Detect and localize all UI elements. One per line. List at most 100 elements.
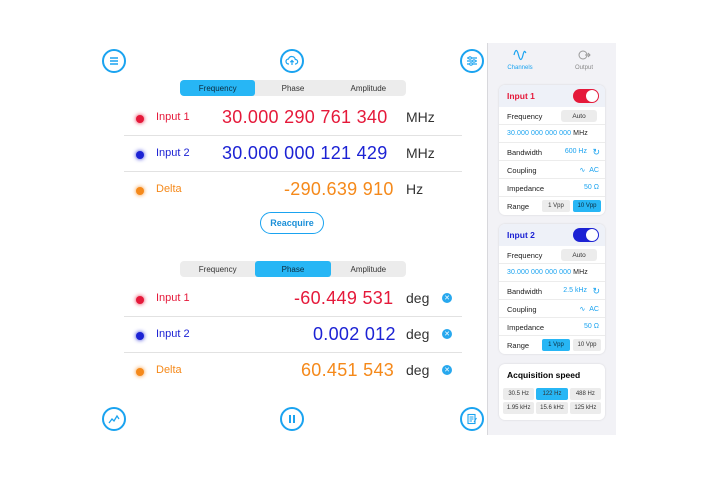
card-header: Acquisition speed	[499, 364, 605, 384]
notes-button[interactable]	[460, 407, 484, 431]
input2-dot	[136, 332, 144, 340]
row-label: Input 2	[156, 328, 190, 340]
impedance-value: 50 Ω	[584, 323, 599, 330]
card-header: Input 2	[499, 224, 605, 246]
tab-frequency[interactable]: Frequency	[180, 261, 255, 277]
impedance-row[interactable]: Impedance 50 Ω	[499, 318, 605, 336]
impedance-value: 50 Ω	[584, 184, 599, 191]
coupling-row[interactable]: Coupling ∿ AC	[499, 161, 605, 179]
range-1vpp[interactable]: 1 Vpp	[542, 339, 570, 351]
frequency-value-row[interactable]: 30.000 000 000 000 MHz	[499, 264, 605, 282]
speed-option[interactable]: 1.95 kHz	[503, 402, 535, 414]
freq-value: -290.639 910	[284, 179, 394, 199]
app-window: Frequency Phase Amplitude Input 1 30.000…	[0, 0, 720, 504]
range-selector: 1 Vpp 10 Vpp	[542, 339, 601, 351]
speed-option[interactable]: 30.5 Hz	[503, 388, 535, 400]
input2-dot	[136, 151, 144, 159]
acquisition-card: Acquisition speed 30.5 Hz 122 Hz 488 Hz …	[499, 364, 605, 420]
speed-option[interactable]: 122 Hz	[536, 388, 568, 400]
freq-row-delta: Delta -290.639 910 Hz	[124, 172, 462, 208]
card-header: Input 1	[499, 85, 605, 107]
settings-button[interactable]	[460, 49, 484, 73]
frequency-label: Frequency	[507, 251, 543, 260]
freq-value: 30.000 000 121 429	[222, 143, 388, 163]
frequency-auto-button[interactable]: Auto	[561, 110, 597, 122]
coupling-value: ∿ AC	[579, 306, 600, 313]
range-row: Range 1 Vpp 10 Vpp	[499, 197, 605, 215]
coupling-label: Coupling	[507, 166, 537, 175]
tab-phase[interactable]: Phase	[255, 80, 330, 96]
upload-button[interactable]	[280, 49, 304, 73]
acquisition-options: 30.5 Hz 122 Hz 488 Hz 1.95 kHz 15.6 kHz …	[499, 384, 605, 420]
bandwidth-row[interactable]: Bandwidth 600 Hz ↻	[499, 143, 605, 161]
input1-dot	[136, 296, 144, 304]
row-label: Delta	[156, 364, 182, 376]
range-label: Range	[507, 202, 530, 211]
bandwidth-label: Bandwidth	[507, 287, 543, 296]
freq-unit: Hz	[406, 181, 424, 197]
freq-row-input1: Input 1 30.000 290 761 340 MHz	[124, 100, 462, 136]
phase-value: 60.451 543	[301, 360, 395, 380]
frequency-row: Frequency Auto	[499, 107, 605, 125]
tab-label: Channels	[507, 65, 533, 71]
tab-amplitude[interactable]: Amplitude	[331, 80, 406, 96]
frequency-value: 30.000 000 000 000 MHz	[507, 269, 588, 276]
phase-row-delta: Delta 60.451 543 deg ✕	[124, 353, 462, 389]
sliders-icon	[467, 56, 477, 66]
clear-icon[interactable]: ✕	[442, 329, 452, 339]
speed-option[interactable]: 125 kHz	[569, 402, 601, 414]
refresh-icon[interactable]: ↻	[592, 286, 600, 297]
notes-icon	[467, 413, 477, 425]
wave-icon	[513, 49, 527, 61]
reacquire-button[interactable]: Reacquire	[260, 212, 324, 234]
freq-value: 30.000 290 761 340	[222, 107, 388, 127]
tab-channels[interactable]: Channels	[488, 47, 552, 77]
speed-option[interactable]: 15.6 kHz	[536, 402, 568, 414]
coupling-row[interactable]: Coupling ∿ AC	[499, 300, 605, 318]
bandwidth-value: 600 Hz	[564, 148, 587, 155]
clear-icon[interactable]: ✕	[442, 293, 452, 303]
phase-value: 0.002 012	[313, 324, 396, 344]
delta-dot	[136, 368, 144, 376]
card-title: Input 2	[507, 230, 535, 240]
chart-button[interactable]	[102, 407, 126, 431]
range-row: Range 1 Vpp 10 Vpp	[499, 336, 605, 354]
range-1vpp[interactable]: 1 Vpp	[542, 200, 570, 212]
bandwidth-row[interactable]: Bandwidth 2.5 kHz ↻	[499, 282, 605, 300]
refresh-icon[interactable]: ↻	[592, 147, 600, 158]
tab-frequency[interactable]: Frequency	[180, 80, 256, 96]
phase-row-input1: Input 1 -60.449 531 deg ✕	[124, 281, 462, 317]
phase-unit: deg	[406, 326, 430, 342]
menu-icon	[110, 57, 118, 65]
freq-unit: MHz	[406, 145, 435, 161]
phase-unit: deg	[406, 362, 430, 378]
pause-icon	[289, 415, 295, 423]
frequency-value-row[interactable]: 30.000 000 000 000 MHz	[499, 125, 605, 143]
chart-icon	[108, 414, 120, 424]
input1-card: Input 1 Frequency Auto 30.000 000 000 00…	[499, 85, 605, 215]
tab-amplitude[interactable]: Amplitude	[331, 261, 406, 277]
pause-button[interactable]	[280, 407, 304, 431]
bandwidth-label: Bandwidth	[507, 148, 543, 157]
input1-toggle[interactable]	[573, 89, 599, 103]
measure-tabs-top: Frequency Phase Amplitude	[180, 80, 406, 96]
input2-toggle[interactable]	[573, 228, 599, 242]
range-label: Range	[507, 341, 530, 350]
speed-option[interactable]: 488 Hz	[569, 388, 601, 400]
impedance-label: Impedance	[507, 184, 545, 193]
menu-button[interactable]	[102, 49, 126, 73]
coupling-value: ∿ AC	[579, 167, 600, 174]
range-10vpp[interactable]: 10 Vpp	[573, 200, 601, 212]
tab-phase[interactable]: Phase	[255, 261, 331, 277]
input1-dot	[136, 115, 144, 123]
clear-icon[interactable]: ✕	[442, 365, 452, 375]
impedance-row[interactable]: Impedance 50 Ω	[499, 179, 605, 197]
channel-sidebar: Channels Output Input 1 Frequency Auto 3…	[487, 43, 616, 435]
freq-row-input2: Input 2 30.000 000 121 429 MHz	[124, 136, 462, 172]
delta-dot	[136, 187, 144, 195]
frequency-auto-button[interactable]: Auto	[561, 249, 597, 261]
tab-output[interactable]: Output	[552, 47, 616, 77]
output-icon	[578, 50, 591, 60]
frequency-value: 30.000 000 000 000 MHz	[507, 130, 588, 137]
range-10vpp[interactable]: 10 Vpp	[573, 339, 601, 351]
